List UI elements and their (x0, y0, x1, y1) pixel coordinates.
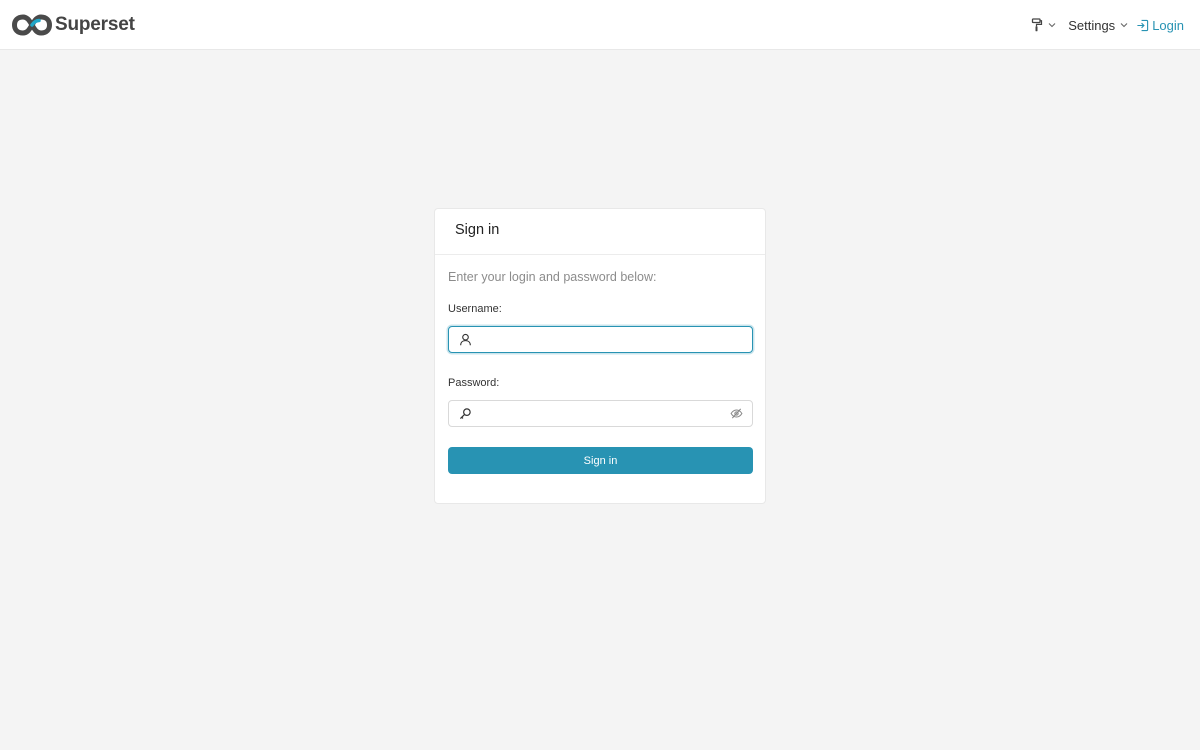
top-navbar: Superset Settings Login (0, 0, 1200, 50)
username-field[interactable] (448, 326, 753, 353)
password-input[interactable] (480, 402, 730, 425)
username-input[interactable] (480, 328, 752, 351)
brand-name: Superset (55, 14, 135, 35)
eye-invisible-icon[interactable] (730, 407, 743, 420)
login-icon (1137, 19, 1149, 31)
key-icon (459, 408, 471, 420)
chevron-down-icon (1048, 23, 1056, 28)
paint-roller-icon (1032, 18, 1043, 32)
login-card-title: Sign in (435, 209, 765, 255)
login-card: Sign in Enter your login and password be… (434, 208, 766, 504)
login-label: Login (1152, 17, 1184, 33)
theme-menu[interactable] (1031, 18, 1056, 32)
login-link[interactable]: Login (1136, 18, 1184, 33)
username-label: Username: (448, 303, 502, 315)
password-field[interactable] (448, 400, 753, 427)
settings-menu[interactable]: Settings (1068, 18, 1128, 33)
user-icon (460, 333, 471, 346)
navbar-right-menu: Settings Login (1031, 0, 1184, 50)
sign-in-button[interactable]: Sign in (448, 447, 753, 474)
login-card-body: Enter your login and password below: Use… (435, 255, 765, 474)
superset-logo-icon (12, 14, 52, 36)
brand-link[interactable]: Superset (12, 13, 135, 37)
settings-label: Settings (1068, 17, 1116, 33)
login-instructions: Enter your login and password below: (448, 270, 657, 284)
password-label: Password: (448, 377, 500, 389)
chevron-down-icon (1120, 23, 1128, 28)
